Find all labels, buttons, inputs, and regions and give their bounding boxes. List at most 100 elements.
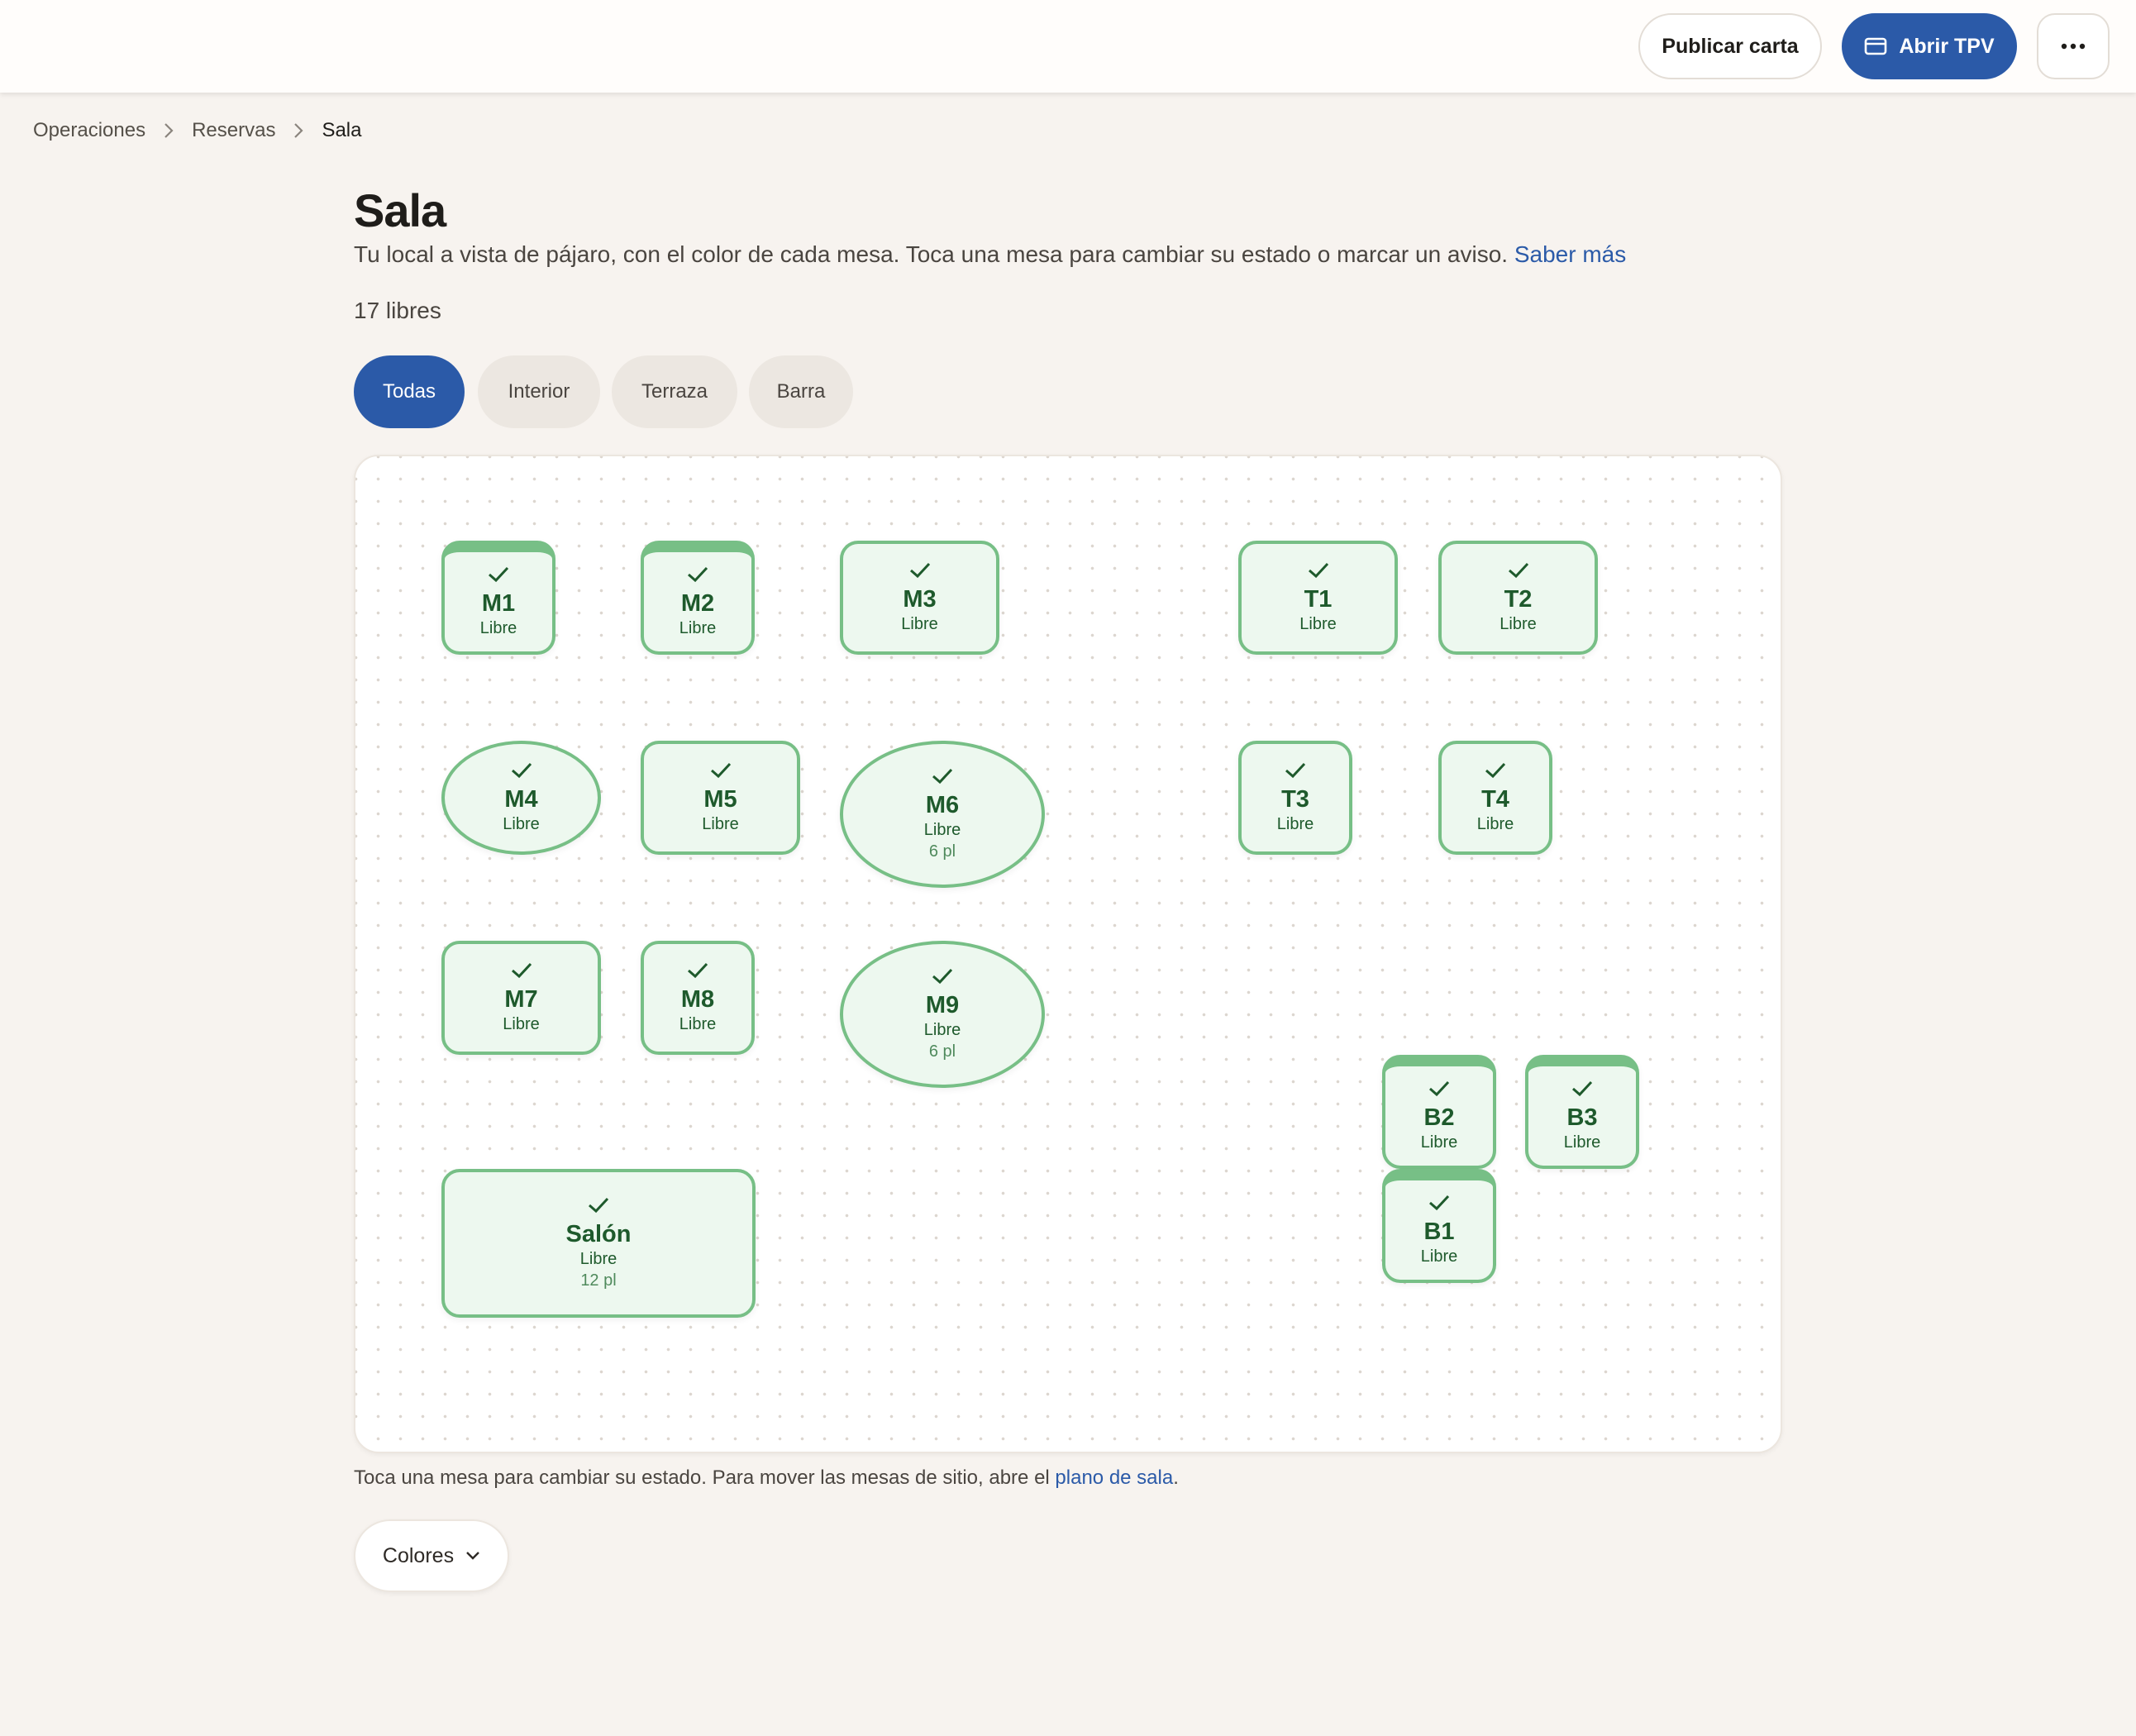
- table-name: M5: [703, 786, 737, 813]
- table-status: Libre: [679, 1015, 717, 1033]
- floor-plan: M1 Libre M2 Libre M3 Libre T1 Libre T2 L…: [354, 455, 1782, 1453]
- table-seats: 6 pl: [928, 1042, 956, 1061]
- table-name: M6: [925, 792, 960, 818]
- publish-menu-button[interactable]: Publicar carta: [1638, 13, 1822, 79]
- table-m4[interactable]: M4 Libre: [441, 741, 601, 855]
- table-m7[interactable]: M7 Libre: [441, 941, 601, 1055]
- card-icon: [1865, 37, 1887, 55]
- floor-plan-link[interactable]: plano de sala: [1055, 1467, 1173, 1489]
- table-name: T4: [1481, 786, 1509, 813]
- table-status: Libre: [901, 615, 938, 633]
- table-name: M4: [504, 786, 538, 813]
- chevron-right-icon: [164, 122, 174, 139]
- table-status: Libre: [1499, 615, 1537, 633]
- table-m9[interactable]: M9 Libre 6 pl: [840, 941, 1045, 1088]
- check-icon: [1485, 762, 1506, 779]
- table-name: M3: [903, 586, 937, 613]
- table-name: M7: [504, 986, 538, 1013]
- filter-barra[interactable]: Barra: [749, 355, 853, 428]
- table-name: M8: [680, 986, 715, 1013]
- table-m5[interactable]: M5 Libre: [641, 741, 800, 855]
- ellipsis-icon: [2061, 43, 2086, 50]
- check-icon: [688, 566, 708, 583]
- table-salon[interactable]: Salón Libre 12 pl: [441, 1169, 756, 1318]
- table-t4[interactable]: T4 Libre: [1438, 741, 1552, 855]
- check-icon: [511, 962, 532, 979]
- subtitle-text: Tu local a vista de pájaro, con el color…: [354, 241, 1509, 267]
- table-status: Libre: [679, 619, 717, 637]
- check-icon: [909, 562, 930, 579]
- check-icon: [688, 962, 708, 979]
- table-m2[interactable]: M2 Libre: [641, 541, 755, 655]
- learn-more-link[interactable]: Saber más: [1514, 241, 1626, 267]
- chevron-down-icon: [466, 1552, 479, 1560]
- check-icon: [1308, 562, 1328, 579]
- filter-todas[interactable]: Todas: [354, 355, 465, 428]
- table-m3[interactable]: M3 Libre: [840, 541, 999, 655]
- breadcrumb: Operaciones Reservas Sala: [33, 116, 362, 145]
- check-icon: [932, 768, 953, 785]
- hint-text: Toca una mesa para cambiar su estado. Pa…: [354, 1467, 1050, 1489]
- check-icon: [589, 1197, 609, 1214]
- table-name: M9: [925, 992, 960, 1018]
- table-m8[interactable]: M8 Libre: [641, 941, 755, 1055]
- check-icon: [1508, 562, 1528, 579]
- check-icon: [710, 762, 731, 779]
- table-b1[interactable]: B1 Libre: [1382, 1169, 1496, 1283]
- page-subtitle: Tu local a vista de pájaro, con el color…: [354, 241, 1626, 268]
- table-m1[interactable]: M1 Libre: [441, 541, 555, 655]
- table-b3[interactable]: B3 Libre: [1525, 1055, 1639, 1169]
- table-status: Libre: [1420, 1247, 1458, 1266]
- table-name: B2: [1423, 1104, 1455, 1131]
- table-name: B1: [1423, 1219, 1455, 1245]
- table-status: Libre: [923, 821, 961, 839]
- publish-menu-label: Publicar carta: [1662, 34, 1799, 58]
- check-icon: [1572, 1080, 1593, 1097]
- table-status: Libre: [923, 1021, 961, 1039]
- colors-legend-button[interactable]: Colores: [354, 1519, 509, 1592]
- breadcrumb-sala: Sala: [322, 119, 362, 141]
- table-seats: 6 pl: [928, 842, 956, 861]
- free-tables-count: 17 libres: [354, 298, 441, 323]
- filter-terraza[interactable]: Terraza: [612, 355, 737, 428]
- breadcrumb-reservas[interactable]: Reservas: [192, 119, 275, 142]
- table-status: Libre: [1299, 615, 1337, 633]
- table-status: Libre: [479, 619, 517, 637]
- table-status: Libre: [1563, 1133, 1601, 1152]
- table-t2[interactable]: T2 Libre: [1438, 541, 1598, 655]
- table-seats: 12 pl: [580, 1271, 617, 1290]
- table-name: T3: [1281, 786, 1309, 813]
- table-status: Libre: [702, 815, 739, 833]
- table-status: Libre: [1276, 815, 1314, 833]
- table-name: M2: [680, 590, 715, 617]
- check-icon: [1285, 762, 1306, 779]
- table-name: B3: [1566, 1104, 1598, 1131]
- table-t3[interactable]: T3 Libre: [1238, 741, 1352, 855]
- check-icon: [932, 968, 953, 985]
- table-status: Libre: [1420, 1133, 1458, 1152]
- page-title: Sala: [354, 184, 446, 236]
- filter-interior[interactable]: Interior: [478, 355, 600, 428]
- check-icon: [489, 566, 509, 583]
- open-pos-label: Abrir TPV: [1899, 34, 1995, 58]
- open-pos-button[interactable]: Abrir TPV: [1842, 13, 2017, 79]
- table-status: Libre: [1476, 815, 1514, 833]
- floor-plan-hint: Toca una mesa para cambiar su estado. Pa…: [354, 1467, 1179, 1490]
- colors-label: Colores: [382, 1543, 455, 1567]
- table-status: Libre: [579, 1250, 617, 1268]
- table-t1[interactable]: T1 Libre: [1238, 541, 1398, 655]
- chevron-right-icon: [293, 122, 304, 139]
- top-bar: Publicar carta Abrir TPV: [0, 0, 2136, 93]
- table-status: Libre: [503, 815, 540, 833]
- table-name: Salón: [565, 1221, 632, 1247]
- table-m6[interactable]: M6 Libre 6 pl: [840, 741, 1045, 888]
- check-icon: [1429, 1080, 1450, 1097]
- more-options-button[interactable]: [2037, 13, 2110, 79]
- table-b2[interactable]: B2 Libre: [1382, 1055, 1496, 1169]
- table-status: Libre: [503, 1015, 540, 1033]
- check-icon: [511, 762, 532, 779]
- breadcrumb-operaciones[interactable]: Operaciones: [33, 119, 145, 142]
- table-name: M1: [481, 590, 516, 617]
- check-icon: [1429, 1195, 1450, 1211]
- hint-end: .: [1173, 1467, 1179, 1489]
